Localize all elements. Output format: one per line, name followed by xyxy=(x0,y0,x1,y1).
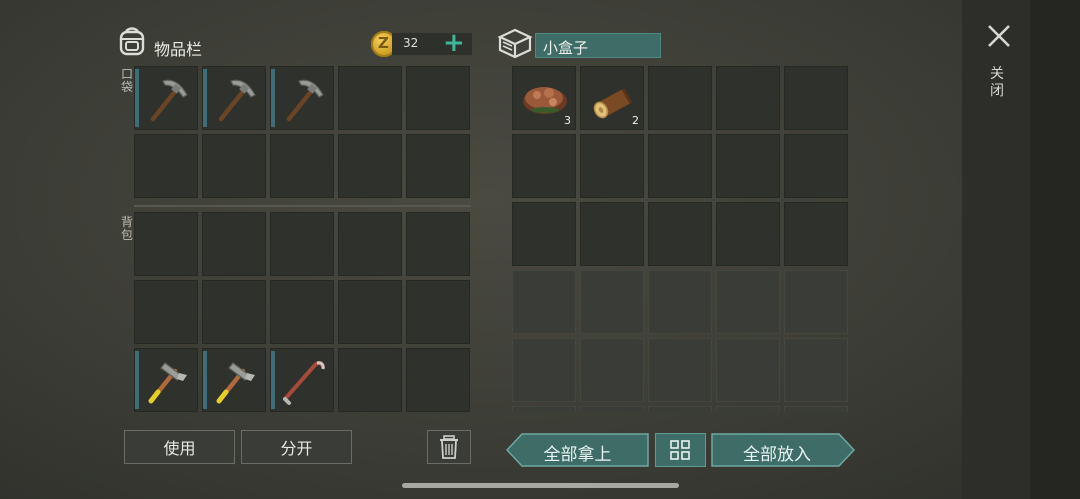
section-divider xyxy=(134,205,471,207)
inventory-slot[interactable] xyxy=(134,134,198,198)
durability-bar xyxy=(271,69,275,127)
close-label[interactable]: 关闭 xyxy=(989,66,1005,100)
locked-slot xyxy=(648,270,712,334)
currency-amount: 32 xyxy=(403,36,419,50)
durability-bar xyxy=(135,69,139,127)
locked-slot xyxy=(716,406,780,412)
locked-slot xyxy=(784,406,848,412)
side-panel-edge xyxy=(1030,0,1080,499)
inventory-slot[interactable] xyxy=(338,212,402,276)
inventory-slot[interactable] xyxy=(648,202,712,266)
slot-pickaxe[interactable] xyxy=(270,66,334,130)
pocket-grid xyxy=(134,66,470,198)
box-icon xyxy=(497,28,533,59)
inventory-slot[interactable] xyxy=(648,134,712,198)
inventory-slot[interactable] xyxy=(648,66,712,130)
inventory-slot[interactable] xyxy=(512,202,576,266)
inventory-slot[interactable] xyxy=(716,134,780,198)
slot-crowbar[interactable] xyxy=(270,348,334,412)
locked-slot xyxy=(784,338,848,402)
backpack-icon xyxy=(119,27,145,56)
inventory-slot[interactable] xyxy=(580,202,644,266)
grid-icon xyxy=(670,440,690,460)
inventory-slot[interactable] xyxy=(134,280,198,344)
inventory-slot[interactable] xyxy=(784,202,848,266)
trash-icon xyxy=(440,435,458,459)
slot-hammer[interactable] xyxy=(202,348,266,412)
put-all-button[interactable]: 全部放入 xyxy=(711,433,855,467)
locked-slot xyxy=(580,338,644,402)
put-all-label: 全部放入 xyxy=(743,445,811,465)
slot-pickaxe[interactable] xyxy=(202,66,266,130)
locked-slot xyxy=(580,270,644,334)
locked-slot xyxy=(648,338,712,402)
inventory-slot[interactable] xyxy=(202,280,266,344)
inventory-slot[interactable] xyxy=(202,134,266,198)
close-icon[interactable] xyxy=(986,23,1012,49)
inventory-slot[interactable] xyxy=(406,212,470,276)
locked-slot xyxy=(648,406,712,412)
durability-bar xyxy=(271,351,275,409)
locked-slot xyxy=(716,270,780,334)
item-quantity: 2 xyxy=(632,114,639,127)
item-quantity: 3 xyxy=(564,114,571,127)
backpack-label: 背包 xyxy=(120,215,133,242)
inventory-slot[interactable] xyxy=(270,134,334,198)
pocket-label: 口袋 xyxy=(120,67,133,94)
inventory-slot[interactable] xyxy=(406,280,470,344)
inventory-slot[interactable] xyxy=(270,280,334,344)
inventory-slot[interactable] xyxy=(338,134,402,198)
container-name-field[interactable]: 小盒子 xyxy=(535,33,661,58)
inventory-slot[interactable] xyxy=(338,280,402,344)
backpack-grid xyxy=(134,212,470,412)
locked-slot xyxy=(512,338,576,402)
inventory-slot[interactable] xyxy=(512,134,576,198)
inventory-slot[interactable] xyxy=(784,66,848,130)
locked-slot xyxy=(512,270,576,334)
take-all-button[interactable]: 全部拿上 xyxy=(506,433,649,467)
split-button[interactable]: 分开 xyxy=(241,430,352,464)
locked-slot xyxy=(716,338,780,402)
inventory-title: 物品栏 xyxy=(154,40,203,59)
trash-button[interactable] xyxy=(427,430,471,464)
durability-bar xyxy=(203,69,207,127)
container-name: 小盒子 xyxy=(543,39,589,57)
inventory-slot[interactable] xyxy=(784,134,848,198)
inventory-slot[interactable] xyxy=(270,212,334,276)
inventory-slot[interactable] xyxy=(716,66,780,130)
home-indicator[interactable] xyxy=(402,483,679,488)
locked-slot xyxy=(580,406,644,412)
inventory-slot[interactable] xyxy=(134,212,198,276)
inventory-slot[interactable] xyxy=(406,66,470,130)
inventory-slot[interactable] xyxy=(406,348,470,412)
take-all-label: 全部拿上 xyxy=(543,445,612,465)
inventory-slot[interactable] xyxy=(338,348,402,412)
inventory-slot[interactable] xyxy=(716,202,780,266)
slot-pickaxe[interactable] xyxy=(134,66,198,130)
container-grid: 32 xyxy=(512,66,848,412)
slot-meat[interactable]: 3 xyxy=(512,66,576,130)
inventory-slot[interactable] xyxy=(580,134,644,198)
inventory-slot[interactable] xyxy=(406,134,470,198)
inventory-slot[interactable] xyxy=(338,66,402,130)
locked-slot xyxy=(512,406,576,412)
slot-hammer[interactable] xyxy=(134,348,198,412)
durability-bar xyxy=(135,351,139,409)
durability-bar xyxy=(203,351,207,409)
grid-view-toggle[interactable] xyxy=(655,433,706,467)
use-button[interactable]: 使用 xyxy=(124,430,235,464)
slot-log[interactable]: 2 xyxy=(580,66,644,130)
add-currency-button[interactable]: + xyxy=(443,30,465,56)
inventory-slot[interactable] xyxy=(202,212,266,276)
locked-slot xyxy=(784,270,848,334)
